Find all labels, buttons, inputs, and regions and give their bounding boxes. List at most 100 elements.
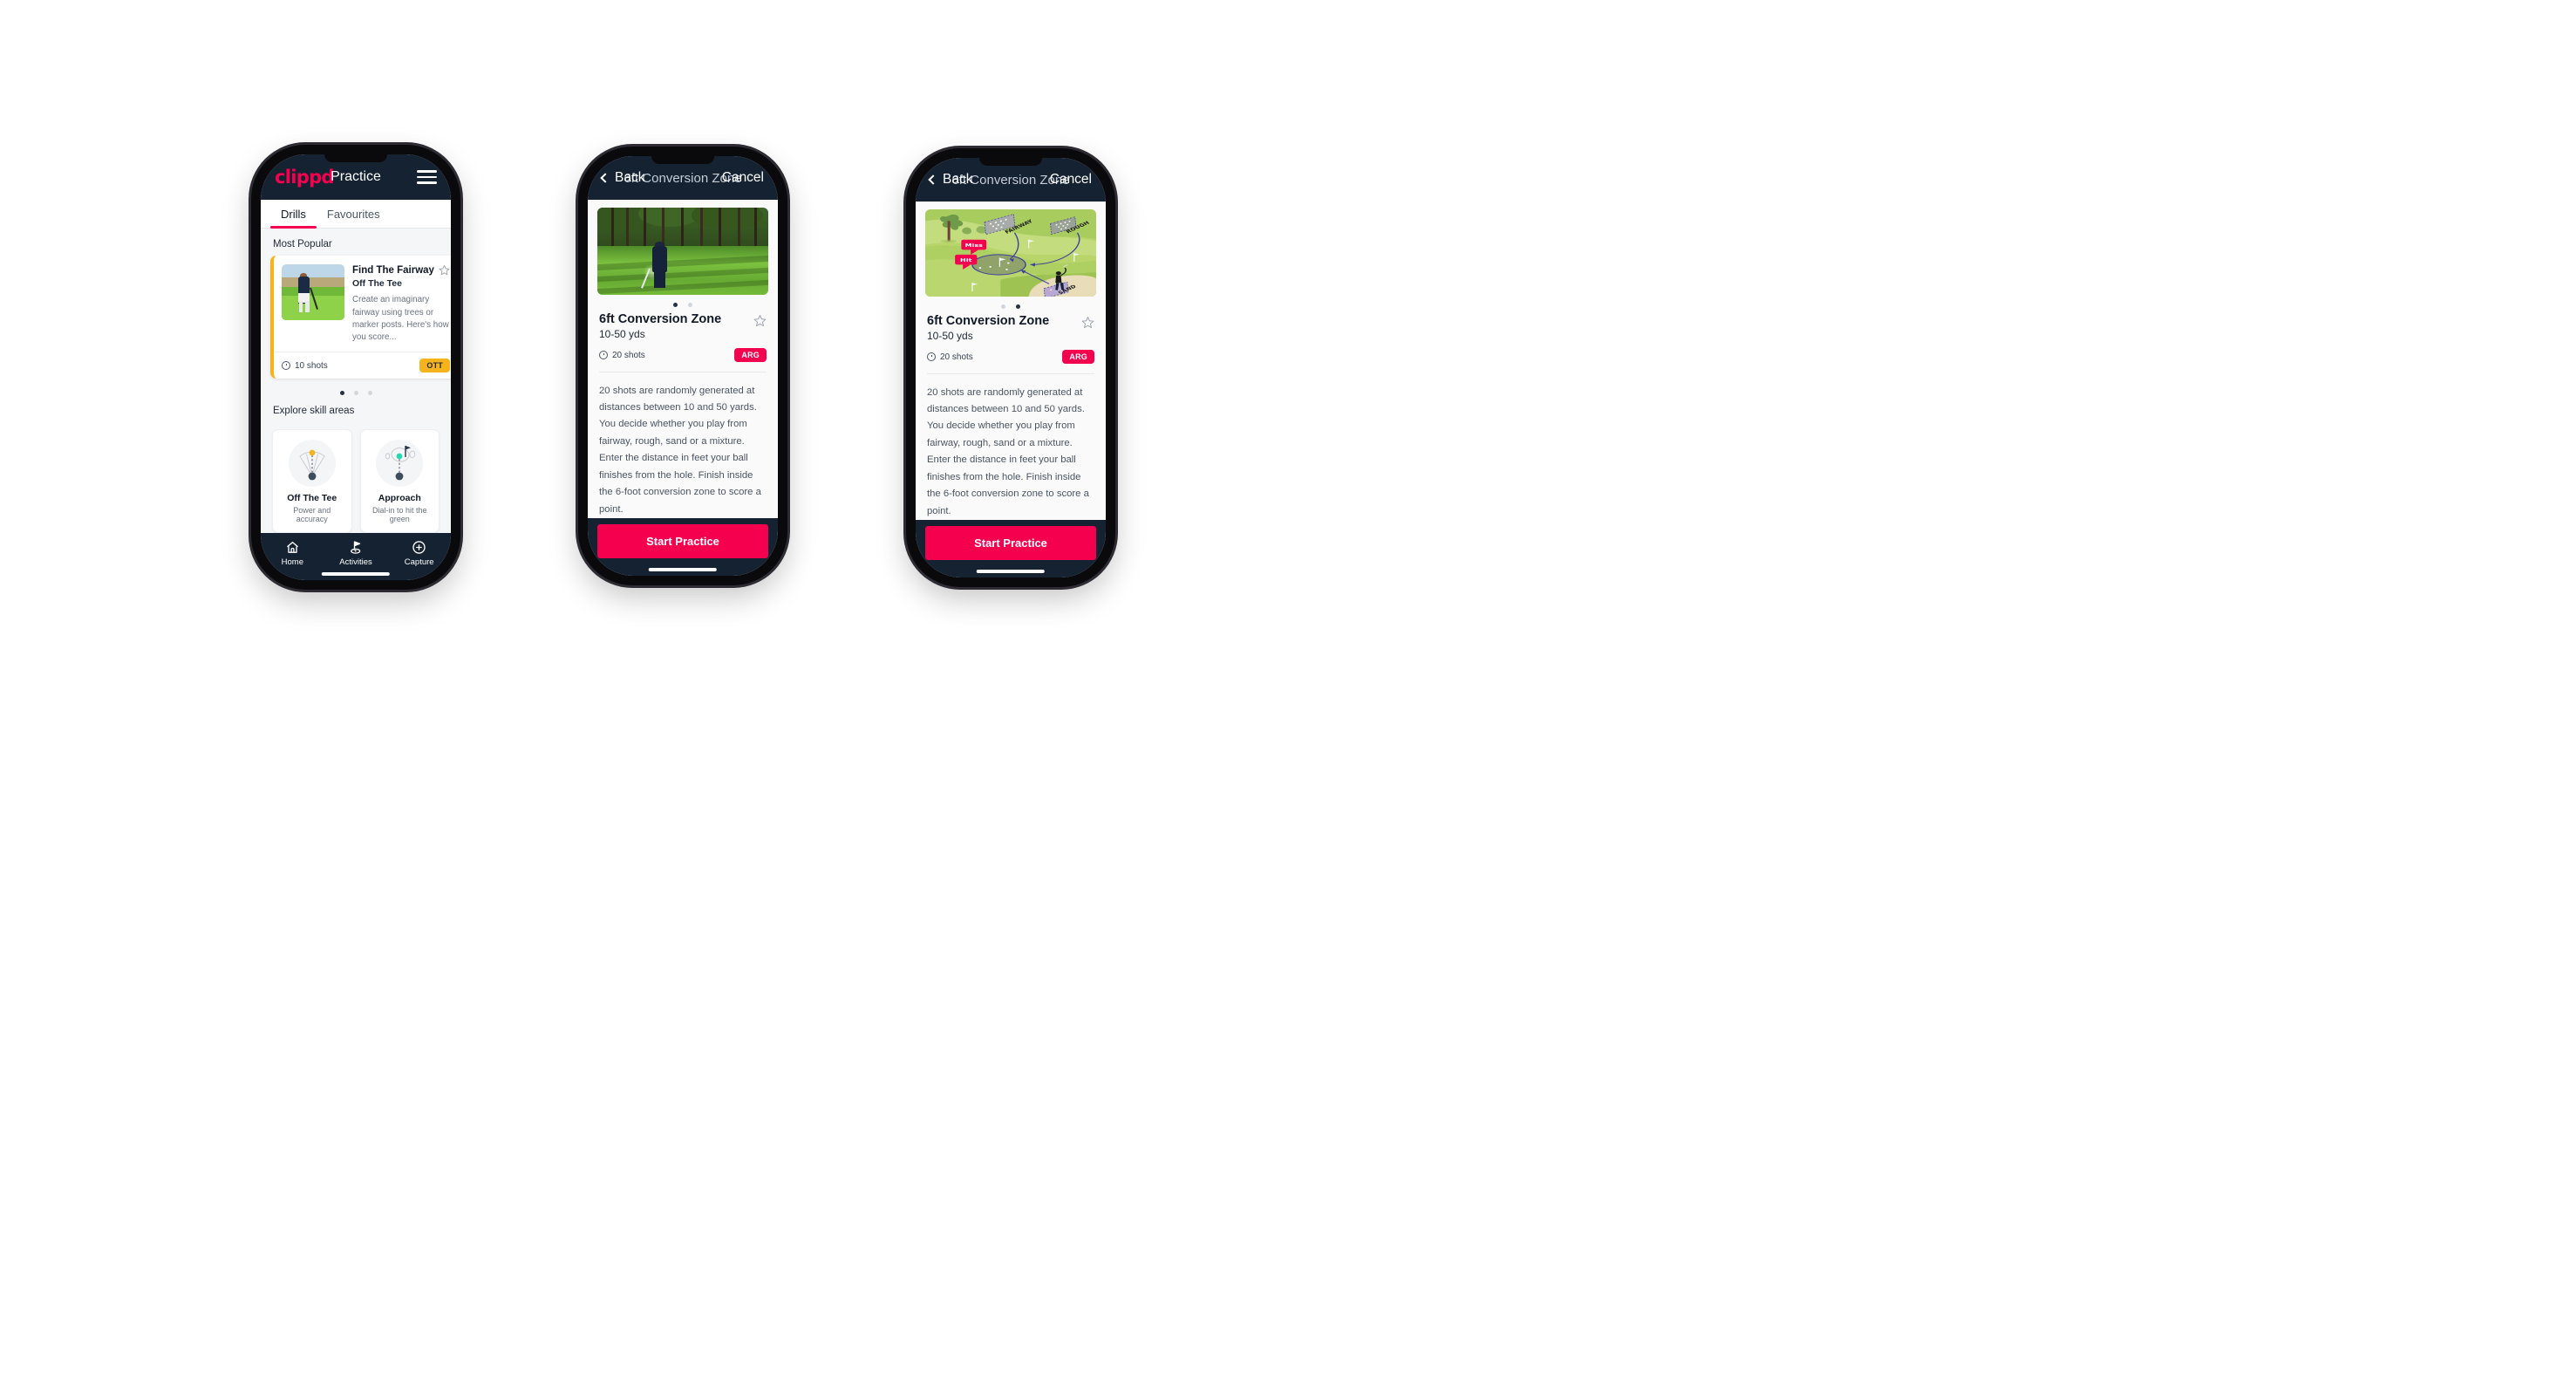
skill-card-approach[interactable]: Approach Dial-in to hit the green <box>359 429 440 533</box>
shots-count: 20 shots <box>599 351 645 360</box>
back-button[interactable]: Back <box>600 170 645 186</box>
cancel-button[interactable]: Cancel <box>722 170 764 186</box>
drill-subtitle: Off The Tee <box>352 278 402 290</box>
back-button[interactable]: Back <box>928 172 973 188</box>
content-area: Most Popular Find The Fairway Off The Te… <box>261 229 451 533</box>
most-popular-heading: Most Popular <box>273 239 332 249</box>
page-root: clippd Practice Drills Favourites Most P… <box>0 0 2576 1387</box>
phone-1-screen: clippd Practice Drills Favourites Most P… <box>261 154 451 580</box>
detail-header: 6ft Conversion Zone 10-50 yds 20 shots A… <box>916 312 1106 365</box>
phone-notch <box>979 158 1042 166</box>
golfer-chipping-photo <box>597 208 768 296</box>
drill-detail-subtitle: 10-50 yds <box>927 330 973 343</box>
course-diagram: FAIRWAY ROUGH SAND Miss Hit <box>925 209 1096 297</box>
golf-flag-icon <box>324 540 388 555</box>
skill-name: Off The Tee <box>287 493 337 504</box>
tab-favourites[interactable]: Favourites <box>317 200 391 228</box>
skill-badge: ARG <box>1062 350 1094 365</box>
skill-desc: Dial-in to hit the green <box>371 506 427 524</box>
cta-container: Start Practice <box>916 520 1106 577</box>
drill-card[interactable]: Find The Fairway Off The Tee Create an i… <box>270 256 451 379</box>
drill-detail-title: 6ft Conversion Zone <box>599 312 722 327</box>
svg-text:Hit: Hit <box>960 257 972 263</box>
skill-card-off-the-tee[interactable]: Off The Tee Power and accuracy <box>272 429 352 533</box>
skill-name: Approach <box>378 493 421 504</box>
media-carousel-dots <box>916 297 1106 312</box>
drill-card-footer: 10 shots OTT <box>274 352 451 379</box>
cancel-button[interactable]: Cancel <box>1050 172 1092 188</box>
skill-badge: ARG <box>734 348 767 363</box>
start-practice-button[interactable]: Start Practice <box>597 524 768 558</box>
clock-icon <box>282 361 290 371</box>
cta-container: Start Practice <box>588 518 778 576</box>
clippd-logo: clippd <box>275 167 334 188</box>
shots-label: 10 shots <box>295 360 328 371</box>
tee-fan-icon <box>288 440 336 488</box>
phone-notch <box>651 156 714 164</box>
phone-3-drill-detail-diagram: Back 6ft Conversion Zone Cancel FAIRWAY … <box>906 148 1115 587</box>
back-label: Back <box>615 170 645 185</box>
shots-label: 20 shots <box>612 350 645 360</box>
drill-media-photo[interactable] <box>597 208 768 296</box>
drill-description: 20 shots are randomly generated at dista… <box>599 385 761 515</box>
bottom-tab-bar: Home Activities Capture <box>261 533 451 580</box>
star-outline-icon[interactable] <box>1081 316 1094 331</box>
carousel-dot-3[interactable] <box>367 391 372 396</box>
home-indicator <box>976 570 1046 573</box>
phone-1-practice-list: clippd Practice Drills Favourites Most P… <box>251 145 460 590</box>
shots-label: 20 shots <box>940 352 973 362</box>
drill-detail-subtitle: 10-50 yds <box>599 328 645 341</box>
phone-3-screen: Back 6ft Conversion Zone Cancel FAIRWAY … <box>916 158 1106 577</box>
media-dot-1[interactable] <box>673 303 678 308</box>
back-label: Back <box>943 172 973 187</box>
drill-description: Create an imaginary fairway using trees … <box>352 295 449 342</box>
skill-desc: Power and accuracy <box>293 506 331 524</box>
skill-badge: OTT <box>419 359 450 373</box>
home-indicator <box>321 572 391 576</box>
drill-card-top: Find The Fairway Off The Tee Create an i… <box>274 256 451 352</box>
carousel-dot-1[interactable] <box>339 391 344 396</box>
media-dot-2[interactable] <box>1016 304 1020 310</box>
clock-icon <box>599 351 608 360</box>
media-carousel-dots <box>588 295 778 311</box>
drill-carousel[interactable]: Find The Fairway Off The Tee Create an i… <box>261 256 451 379</box>
drill-media-diagram[interactable]: FAIRWAY ROUGH SAND Miss Hit <box>925 209 1096 297</box>
chevron-left-icon <box>600 173 610 183</box>
shots-count: 10 shots <box>282 361 328 371</box>
tabbar-item-activities[interactable]: Activities <box>324 540 388 567</box>
star-outline-icon[interactable] <box>753 314 767 329</box>
phone-2-screen: Back 6ft Conversion Zone Cancel 6ft Conv… <box>588 156 778 576</box>
media-dot-2[interactable] <box>688 303 692 308</box>
phone-2-drill-detail-photo: Back 6ft Conversion Zone Cancel 6ft Conv… <box>578 147 787 585</box>
hamburger-menu-icon[interactable] <box>417 170 437 184</box>
drill-title: Find The Fairway <box>352 265 434 276</box>
plus-circle-icon <box>387 540 451 555</box>
tab-bar: Drills Favourites <box>261 200 451 229</box>
drill-detail-title: 6ft Conversion Zone <box>927 314 1050 329</box>
drill-info: Find The Fairway Off The Tee Create an i… <box>352 264 450 344</box>
media-dot-1[interactable] <box>1001 304 1005 310</box>
shots-count: 20 shots <box>927 352 973 362</box>
clock-icon <box>927 352 936 362</box>
carousel-dot-2[interactable] <box>353 391 358 396</box>
tabbar-label: Activities <box>339 557 372 567</box>
explore-skill-areas-heading: Explore skill areas <box>273 406 355 417</box>
detail-header: 6ft Conversion Zone 10-50 yds 20 shots A… <box>588 311 778 363</box>
tabbar-item-capture[interactable]: Capture <box>387 540 451 567</box>
chevron-left-icon <box>928 174 938 185</box>
tabbar-label: Capture <box>404 557 434 567</box>
detail-body: FAIRWAY ROUGH SAND Miss Hit 6ft Conversi… <box>916 202 1106 520</box>
tabbar-label: Home <box>281 557 303 567</box>
start-practice-button[interactable]: Start Practice <box>925 526 1096 560</box>
tab-favourites-label: Favourites <box>326 208 380 221</box>
phone-notch <box>324 154 387 162</box>
home-indicator <box>648 568 718 571</box>
svg-text:Miss: Miss <box>965 243 983 248</box>
tab-drills[interactable]: Drills <box>270 200 317 229</box>
star-outline-icon[interactable] <box>439 264 450 277</box>
skill-areas-grid: Off The Tee Power and accuracy Approach … <box>261 422 451 533</box>
tab-drills-label: Drills <box>281 208 306 221</box>
home-icon <box>261 540 324 555</box>
tabbar-item-home[interactable]: Home <box>261 540 324 567</box>
carousel-dots <box>261 379 451 397</box>
